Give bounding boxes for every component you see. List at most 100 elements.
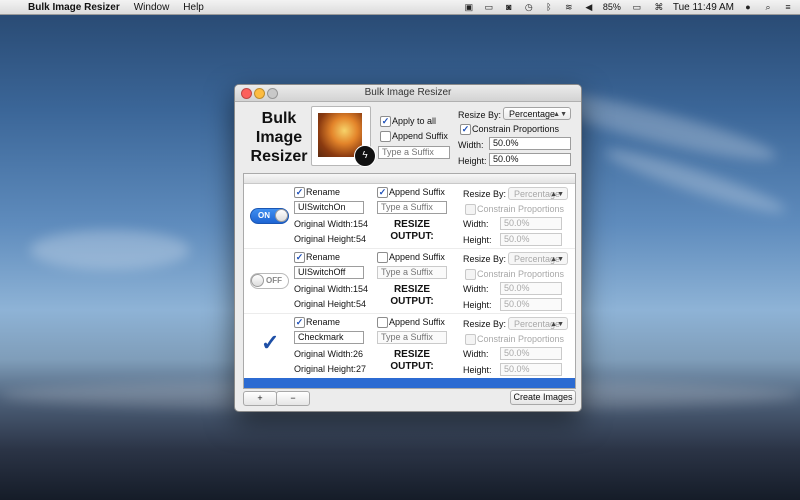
suffix-input[interactable] (377, 331, 447, 344)
switch-on-image-icon: ON (250, 208, 289, 224)
table-row[interactable]: OFF ✓ Rename Original Width:154 Original… (244, 249, 575, 314)
height-input[interactable] (500, 233, 562, 246)
global-width-input[interactable] (489, 137, 571, 150)
menu-window[interactable]: Window (134, 2, 170, 13)
app-logo-image: ϟ (311, 106, 376, 167)
apply-to-all-label: Apply to all (392, 116, 437, 126)
width-input[interactable] (500, 217, 562, 230)
height-label: Height: (463, 365, 492, 375)
menu-help[interactable]: Help (183, 2, 204, 13)
width-label: Width: (463, 284, 489, 294)
rename-label: Rename (306, 252, 341, 262)
resize-output-label: RESIZE OUTPUT: (390, 349, 434, 372)
switch-off-image-icon: OFF (250, 273, 289, 289)
wifi-icon[interactable]: ≋ (563, 2, 575, 12)
select-arrows-icon: ▲▼ (550, 256, 564, 263)
menu-bar: Bulk Image Resizer Window Help ▣ ▭ ◙ ◷ ᛒ… (0, 0, 800, 15)
add-image-button[interactable]: + (243, 391, 277, 406)
airplay-icon[interactable]: ▭ (483, 2, 495, 12)
menubar-app-icon[interactable]: ▣ (463, 2, 475, 12)
original-width: Original Width:154 (294, 284, 369, 294)
global-width-label: Width: (458, 140, 484, 150)
global-height-input[interactable] (489, 153, 571, 166)
desktop-cloud (30, 230, 190, 270)
resize-by-label: Resize By: (463, 189, 507, 199)
height-input[interactable] (500, 298, 562, 311)
table-row[interactable]: ON ✓ Rename Original Width:154 Original … (244, 184, 575, 249)
battery-percent[interactable]: 85% (603, 2, 621, 12)
close-window-button[interactable] (241, 88, 252, 99)
append-suffix-checkbox[interactable]: ✓ (377, 187, 388, 198)
global-constrain-checkbox[interactable]: ✓ (460, 124, 471, 135)
resize-by-label: Resize By: (463, 254, 507, 264)
window-titlebar[interactable]: Bulk Image Resizer (235, 85, 581, 102)
resize-by-label: Resize By: (463, 319, 507, 329)
global-append-suffix-label: Append Suffix (392, 131, 448, 141)
menubar-status-area: ▣ ▭ ◙ ◷ ᛒ ≋ ◀ 85% ▭ ⌘ Tue 11:49 AM ● ⌕ ≡ (463, 0, 794, 14)
notification-center-icon[interactable]: ≡ (782, 2, 794, 12)
height-input[interactable] (500, 363, 562, 376)
rename-input[interactable] (294, 266, 364, 279)
zoom-window-button[interactable] (267, 88, 278, 99)
constrain-checkbox[interactable]: ✓ (465, 204, 476, 215)
camera-icon[interactable]: ◙ (503, 2, 515, 12)
width-input[interactable] (500, 282, 562, 295)
height-label: Height: (463, 300, 492, 310)
global-resize-by-label: Resize By: (458, 110, 502, 120)
constrain-checkbox[interactable]: ✓ (465, 269, 476, 280)
select-arrows-icon: ▲▼ (553, 111, 567, 118)
original-width: Original Width:26 (294, 349, 364, 359)
images-table: ON ✓ Rename Original Width:154 Original … (243, 173, 576, 389)
minimize-window-button[interactable] (254, 88, 265, 99)
constrain-label: Constrain Proportions (477, 204, 565, 214)
rename-checkbox[interactable]: ✓ (294, 252, 305, 263)
switch-on-text: ON (258, 211, 270, 220)
original-height: Original Height:54 (294, 234, 367, 244)
resize-by-select[interactable]: Percentage ▲▼ (508, 317, 568, 330)
rename-input[interactable] (294, 331, 364, 344)
main-window: Bulk Image Resizer Bulk Image Resizer ϟ … (234, 84, 582, 412)
lightning-badge-icon: ϟ (354, 145, 376, 167)
select-arrows-icon: ▲▼ (550, 321, 564, 328)
append-suffix-checkbox[interactable]: ✓ (377, 317, 388, 328)
app-big-title: Bulk Image Resizer (250, 110, 308, 165)
global-suffix-input[interactable] (378, 146, 450, 159)
rename-checkbox[interactable]: ✓ (294, 187, 305, 198)
append-suffix-label: Append Suffix (389, 252, 445, 262)
original-height: Original Height:27 (294, 364, 367, 374)
menu-app-name[interactable]: Bulk Image Resizer (28, 2, 120, 13)
rename-checkbox[interactable]: ✓ (294, 317, 305, 328)
resize-output-label: RESIZE OUTPUT: (390, 219, 434, 242)
user-icon[interactable]: ● (742, 2, 754, 12)
remove-image-button[interactable]: − (276, 391, 310, 406)
time-machine-icon[interactable]: ◷ (523, 2, 535, 12)
append-suffix-checkbox[interactable]: ✓ (377, 252, 388, 263)
spotlight-search-icon[interactable]: ⌕ (762, 2, 774, 12)
rename-label: Rename (306, 317, 341, 327)
constrain-label: Constrain Proportions (477, 334, 565, 344)
global-resize-by-select[interactable]: Percentage ▲▼ (503, 107, 571, 120)
global-append-suffix-checkbox[interactable]: ✓ (380, 131, 391, 142)
selected-row-highlight[interactable] (244, 378, 575, 388)
rename-input[interactable] (294, 201, 364, 214)
switch-off-text: OFF (266, 276, 282, 285)
table-row[interactable]: ✓ ✓ Rename Original Width:26 Original He… (244, 314, 575, 379)
resize-by-select[interactable]: Percentage ▲▼ (508, 252, 568, 265)
checkmark-image-icon: ✓ (261, 330, 280, 355)
create-images-button[interactable]: Create Images (510, 390, 576, 405)
width-label: Width: (463, 219, 489, 229)
volume-icon[interactable]: ◀ (583, 2, 595, 12)
suffix-input[interactable] (377, 201, 447, 214)
menubar-clock[interactable]: Tue 11:49 AM (673, 2, 734, 13)
global-resize-by-value: Percentage (509, 109, 556, 119)
apply-to-all-checkbox[interactable]: ✓ (380, 116, 391, 127)
suffix-input[interactable] (377, 266, 447, 279)
resize-by-select[interactable]: Percentage ▲▼ (508, 187, 568, 200)
table-header (244, 174, 575, 184)
bluetooth-icon[interactable]: ᛒ (543, 2, 555, 12)
input-source-icon[interactable]: ⌘ (653, 2, 665, 12)
width-input[interactable] (500, 347, 562, 360)
battery-icon[interactable]: ▭ (629, 2, 645, 12)
original-width: Original Width:154 (294, 219, 369, 229)
constrain-checkbox[interactable]: ✓ (465, 334, 476, 345)
